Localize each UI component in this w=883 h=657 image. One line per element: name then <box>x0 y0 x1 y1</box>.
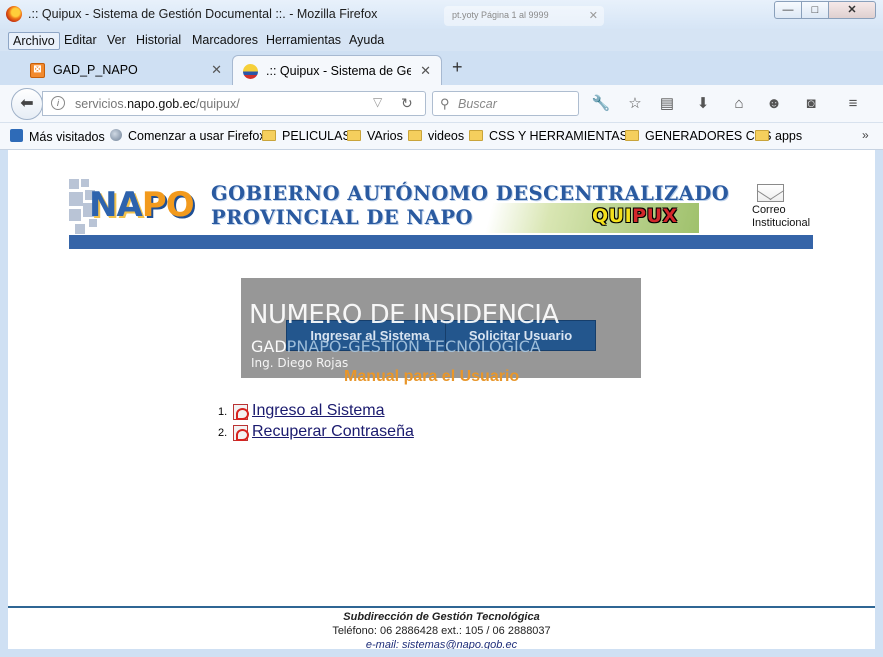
dropdown-arrow-icon[interactable]: ▽ <box>373 95 382 109</box>
close-tab-icon[interactable]: ✕ <box>420 63 431 79</box>
xampp-icon: ⊠ <box>30 63 45 78</box>
back-arrow-icon[interactable]: ⬅ <box>11 88 43 120</box>
folder-icon <box>469 130 483 141</box>
folder-icon <box>347 130 361 141</box>
menu-herramientas[interactable]: Herramientas <box>262 32 345 48</box>
manual-link-ingreso[interactable]: Ingreso al Sistema <box>252 402 385 419</box>
close-tab-icon[interactable]: ✕ <box>211 62 222 78</box>
navigation-toolbar: ⬅ i servicios.napo.gob.ec/quipux/ ▽ ↻ ⚲ … <box>0 85 883 123</box>
bookmark-generadores-css[interactable]: GENERADORES CSS <box>625 129 771 143</box>
page-content: NAPO GOBIERNO AUTÓNOMO DESCENTRALIZADO P… <box>8 150 875 652</box>
url-text[interactable]: servicios.napo.gob.ec/quipux/ <box>75 97 240 111</box>
watermark-subtitle: GADPNAPO-GESTION TECNOLOGICA <box>251 337 541 356</box>
info-icon[interactable]: i <box>51 96 65 110</box>
correo-institucional-link[interactable]: Correo Institucional <box>752 204 810 230</box>
list-item: 2. Recuperar Contraseña <box>218 423 414 444</box>
reload-icon[interactable]: ↻ <box>401 95 413 112</box>
quipux-logo: QUIPUX <box>592 205 678 227</box>
envelope-icon[interactable] <box>757 184 784 202</box>
menu-ver[interactable]: Ver <box>103 32 130 48</box>
manual-title: Manual para el Usuario <box>344 368 520 385</box>
window-bottom-border <box>0 649 883 657</box>
bookmarks-toolbar: Más visitados Comenzar a usar Firefox PE… <box>0 123 883 150</box>
bookmark-mas-visitados[interactable]: Más visitados <box>10 129 105 144</box>
search-placeholder: Buscar <box>458 97 497 111</box>
list-number: 1. <box>218 406 228 418</box>
window-titlebar: .:: Quipux - Sistema de Gestión Document… <box>0 0 883 29</box>
footer-department: Subdirección de Gestión Tecnológica <box>343 611 540 623</box>
footer-divider <box>8 606 875 608</box>
window-title: .:: Quipux - Sistema de Gestión Document… <box>28 7 378 21</box>
watermark-name: Ing. Diego Rojas <box>251 356 349 370</box>
hamburger-menu-icon[interactable]: ≡ <box>842 93 864 115</box>
minimize-button[interactable]: — <box>774 1 802 19</box>
banner-title-line2: PROVINCIAL DE NAPO <box>211 206 474 229</box>
pdf-icon[interactable] <box>233 425 249 441</box>
folder-icon <box>625 130 639 141</box>
chevron-right-icon[interactable]: » <box>862 128 869 142</box>
folder-icon <box>408 130 422 141</box>
bookmark-star-icon[interactable]: ☆ <box>624 93 646 115</box>
url-bar[interactable]: i servicios.napo.gob.ec/quipux/ ▽ ↻ <box>42 91 426 116</box>
close-icon: ✕ <box>588 10 598 22</box>
wrench-icon[interactable]: 🔧 <box>590 93 612 115</box>
list-item: 1. Ingreso al Sistema <box>218 402 414 423</box>
maximize-button[interactable]: □ <box>801 1 829 19</box>
tab-label: GAD_P_NAPO <box>53 63 138 77</box>
banner-divider-bar <box>69 235 813 249</box>
pocket-icon[interactable]: ◙ <box>800 93 822 115</box>
folder-icon <box>755 130 769 141</box>
home-icon[interactable]: ⌂ <box>728 93 750 115</box>
tab-label: .:: Quipux - Sistema de Ges... <box>266 64 411 78</box>
menu-archivo[interactable]: Archivo <box>8 32 60 50</box>
menu-ayuda[interactable]: Ayuda <box>345 32 388 48</box>
new-tab-icon[interactable]: + <box>452 57 463 78</box>
tab-gad-p-napo[interactable]: ⊠ GAD_P_NAPO ✕ <box>20 55 232 85</box>
background-window-tab: pt.yoty Página 1 al 9999 ✕ <box>444 6 604 26</box>
search-icon: ⚲ <box>440 96 450 111</box>
folder-icon <box>262 130 276 141</box>
list-number: 2. <box>218 427 228 439</box>
hello-chat-icon[interactable]: ☻ <box>763 93 785 115</box>
menu-bar: Archivo Editar Ver Historial Marcadores … <box>0 29 883 51</box>
menu-editar[interactable]: Editar <box>60 32 101 48</box>
bookmark-comenzar-firefox[interactable]: Comenzar a usar Firefox <box>110 129 266 143</box>
bookmark-videos[interactable]: videos <box>408 129 464 143</box>
most-visited-icon <box>10 129 23 142</box>
bookmark-varios[interactable]: VArios <box>347 129 403 143</box>
napo-logo: NAPO <box>89 185 195 225</box>
background-window-tab-label: pt.yoty Página 1 al 9999 <box>452 10 549 20</box>
footer-phone: Teléfono: 06 2886428 ext.: 105 / 06 2888… <box>332 625 551 637</box>
tab-strip: ⊠ GAD_P_NAPO ✕ .:: Quipux - Sistema de G… <box>0 51 883 85</box>
download-arrow-icon[interactable]: ⬇ <box>692 93 714 115</box>
manual-link-recuperar[interactable]: Recuperar Contraseña <box>252 423 414 440</box>
manual-list: 1. Ingreso al Sistema 2. Recuperar Contr… <box>218 402 414 444</box>
tab-quipux[interactable]: .:: Quipux - Sistema de Ges... ✕ <box>232 55 442 85</box>
bookmark-apps[interactable]: apps <box>755 129 802 143</box>
pdf-icon[interactable] <box>233 404 249 420</box>
ecuador-shield-icon <box>243 64 258 79</box>
menu-historial[interactable]: Historial <box>132 32 185 48</box>
globe-icon <box>110 129 122 141</box>
menu-marcadores[interactable]: Marcadores <box>188 32 262 48</box>
firefox-logo-icon <box>6 6 22 22</box>
bookmark-css-herramientas[interactable]: CSS Y HERRAMIENTAS... <box>469 129 638 143</box>
banner-title-line1: GOBIERNO AUTÓNOMO DESCENTRALIZADO <box>211 182 730 205</box>
bookmark-peliculas[interactable]: PELICULAS <box>262 129 351 143</box>
reading-list-icon[interactable]: ▤ <box>656 93 678 115</box>
watermark-title: NUMERO DE INSIDENCIA <box>249 300 559 330</box>
footer: Subdirección de Gestión Tecnológica Telé… <box>8 610 875 652</box>
close-window-button[interactable]: ✕ <box>828 1 876 19</box>
search-input[interactable]: ⚲ Buscar <box>432 91 579 116</box>
